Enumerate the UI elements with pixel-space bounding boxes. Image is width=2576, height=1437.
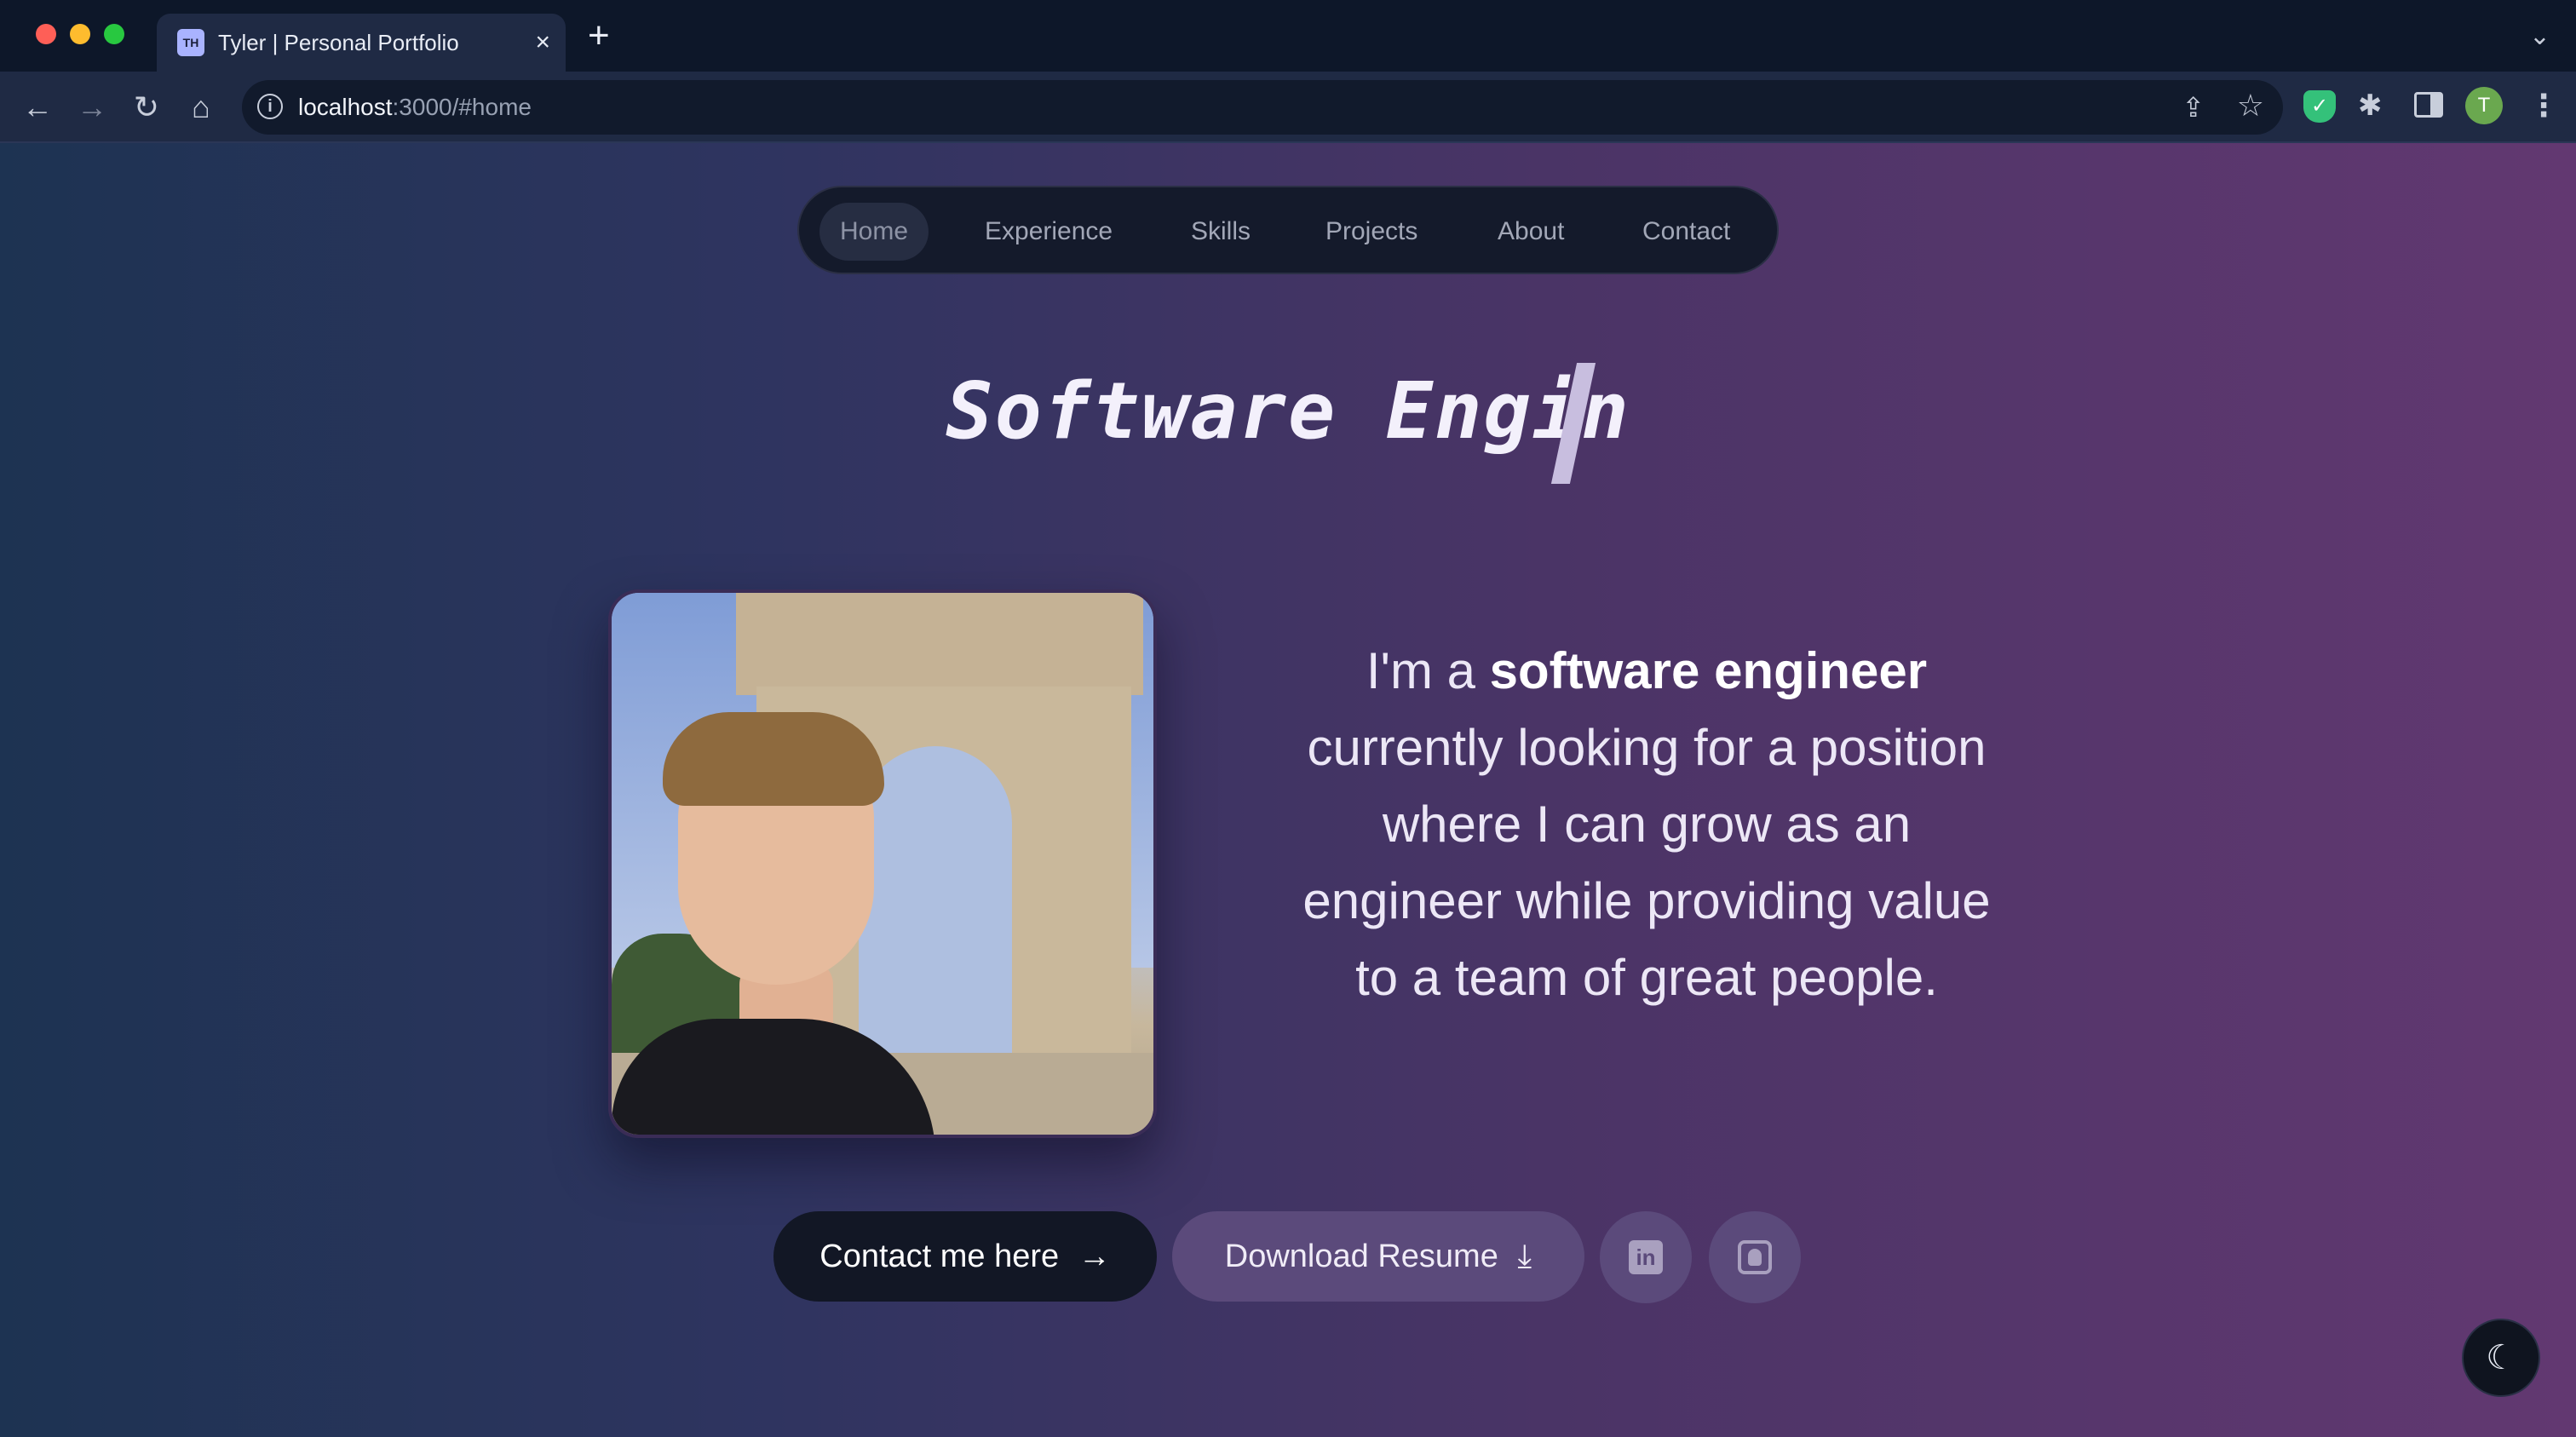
photo-hair: [663, 712, 884, 806]
share-icon[interactable]: ⇪: [2182, 90, 2205, 124]
tab-strip: TH Tyler | Personal Portfolio × + ⌄: [0, 0, 2576, 72]
nav-item-contact[interactable]: Contact: [1642, 203, 1730, 261]
typed-headline: Software Engin: [946, 365, 1630, 457]
tab-list-chevron-icon[interactable]: ⌄: [2529, 22, 2550, 51]
linkedin-button[interactable]: in: [1600, 1211, 1692, 1303]
intro-bold: software engineer: [1489, 642, 1928, 699]
browser-toolbar: ← → ↻ ⌂ i localhost:3000/#home ⇪ ☆ ✓ ✱ T…: [0, 72, 2576, 143]
reload-icon[interactable]: ↻: [128, 89, 165, 126]
url-host: localhost: [298, 94, 393, 120]
forward-arrow-icon[interactable]: →: [73, 89, 111, 126]
url-text[interactable]: localhost:3000/#home: [298, 92, 532, 123]
portfolio-page: Home Experience Skills Projects About Co…: [0, 143, 2576, 1437]
nav-item-projects[interactable]: Projects: [1325, 203, 1417, 261]
shield-extension-icon[interactable]: ✓: [2303, 90, 2336, 123]
github-icon: [1738, 1240, 1772, 1274]
arrow-right-icon: →: [1078, 1239, 1111, 1274]
site-info-icon[interactable]: i: [257, 94, 283, 119]
url-path: :3000/#home: [392, 94, 532, 120]
main-nav: Home Experience Skills Projects About Co…: [797, 186, 1779, 274]
github-button[interactable]: [1709, 1211, 1801, 1303]
side-panel-icon[interactable]: [2414, 92, 2443, 118]
browser-tab-active[interactable]: TH Tyler | Personal Portfolio ×: [157, 14, 566, 72]
download-icon: ⤓: [1517, 1239, 1532, 1274]
linkedin-icon: in: [1629, 1240, 1663, 1274]
moon-icon[interactable]: ☾: [2462, 1319, 2540, 1397]
address-bar[interactable]: i localhost:3000/#home ⇪ ☆: [242, 80, 2283, 135]
download-resume-button[interactable]: Download Resume ⤓: [1172, 1211, 1584, 1302]
maximize-window-button[interactable]: [104, 24, 124, 44]
favicon-icon: TH: [177, 29, 204, 56]
photo-gate-top: [736, 593, 1143, 695]
profile-avatar[interactable]: T: [2465, 87, 2503, 124]
nav-item-about[interactable]: About: [1498, 203, 1564, 261]
resume-button-label: Download Resume: [1224, 1239, 1498, 1274]
minimize-window-button[interactable]: [70, 24, 90, 44]
nav-item-home[interactable]: Home: [819, 203, 929, 261]
intro-prefix: I'm a: [1366, 642, 1490, 699]
intro-paragraph: I'm a software engineer currently lookin…: [1302, 633, 1992, 1016]
home-icon[interactable]: ⌂: [182, 89, 220, 126]
extensions-puzzle-icon[interactable]: ✱: [2358, 89, 2383, 123]
nav-item-experience[interactable]: Experience: [985, 203, 1113, 261]
new-tab-icon[interactable]: +: [588, 17, 610, 55]
intro-rest: currently looking for a position where I…: [1302, 719, 1991, 1006]
browser-chrome: TH Tyler | Personal Portfolio × + ⌄ ← → …: [0, 0, 2576, 143]
nav-item-skills[interactable]: Skills: [1191, 203, 1251, 261]
tab-title: Tyler | Personal Portfolio: [218, 30, 459, 55]
browser-menu-icon[interactable]: ⋮: [2528, 87, 2559, 124]
back-arrow-icon[interactable]: ←: [19, 89, 56, 126]
contact-button-label: Contact me here: [819, 1239, 1060, 1274]
photo-gate-arch: [859, 746, 1012, 1087]
close-window-button[interactable]: [36, 24, 56, 44]
profile-photo: [608, 589, 1157, 1138]
contact-me-button[interactable]: Contact me here →: [773, 1211, 1157, 1302]
bookmark-star-icon[interactable]: ☆: [2237, 89, 2264, 123]
tab-close-icon[interactable]: ×: [535, 26, 550, 60]
